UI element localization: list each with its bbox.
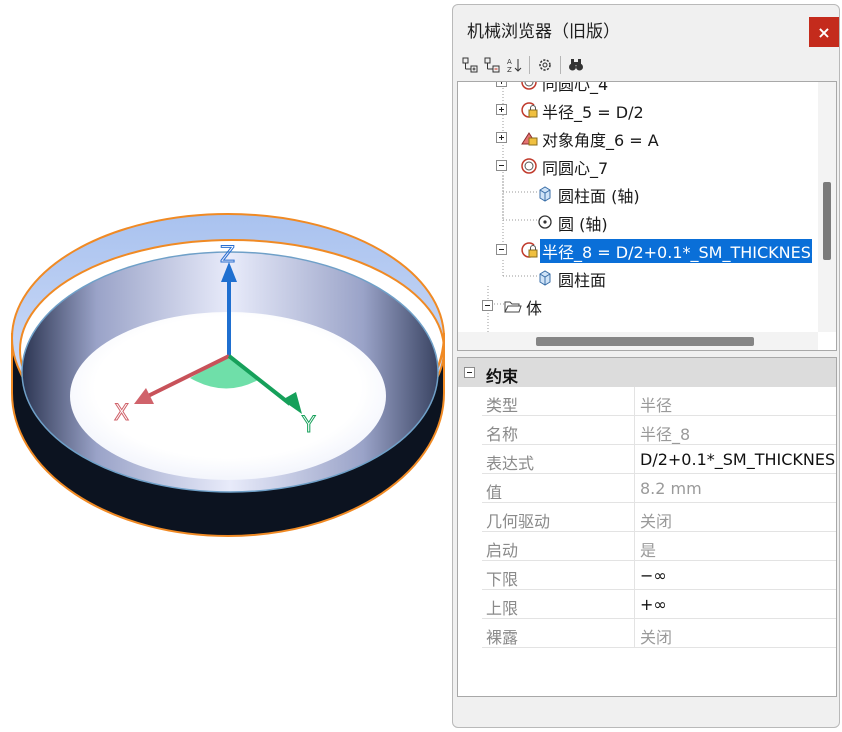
radius-lock-icon <box>521 102 538 118</box>
tree-item-label: 同圆心_7 <box>542 159 609 178</box>
property-row[interactable]: 下限 −∞ <box>482 561 836 590</box>
tree-item[interactable]: 同圆心_4 <box>458 81 818 96</box>
expand-toggle[interactable] <box>496 82 507 87</box>
tree-item[interactable]: 圆柱面 (轴) <box>458 180 818 208</box>
svg-text:A: A <box>507 58 512 66</box>
toolbar-separator <box>560 56 561 74</box>
column-divider <box>634 503 635 532</box>
tree-item-label: 半径_5 = D/2 <box>542 103 644 122</box>
tree-item-label: 圆柱面 (轴) <box>558 187 640 206</box>
column-divider <box>634 590 635 619</box>
circle-icon <box>538 215 552 229</box>
tree-item-label: 同圆心_4 <box>542 81 609 94</box>
tree-item-label: 半径_8 = D/2+0.1*_SM_THICKNESS <box>540 239 812 263</box>
expand-toggle[interactable] <box>496 132 507 143</box>
tree-item-label: 圆 (轴) <box>558 215 608 234</box>
y-axis-label: Y <box>301 413 316 438</box>
x-axis-label: X <box>114 401 129 426</box>
property-row[interactable]: 类型 半径 <box>482 387 836 416</box>
scrollbar-thumb[interactable] <box>536 337 754 346</box>
tree-collapse-icon[interactable] <box>481 54 503 76</box>
svg-text:Z: Z <box>507 66 512 73</box>
concentric-icon <box>521 158 537 174</box>
collapse-toggle[interactable] <box>496 244 507 255</box>
property-name: 下限 <box>486 570 519 589</box>
column-divider <box>634 561 635 590</box>
property-row[interactable]: 几何驱动 关闭 <box>482 503 836 532</box>
tree-item[interactable]: 对象角度_6 = A <box>458 124 818 152</box>
tree-item[interactable]: 同圆心_7 <box>458 152 818 180</box>
property-name: 类型 <box>486 396 519 415</box>
property-value: 半径_8 <box>640 425 691 444</box>
tree-item[interactable]: 体 <box>458 292 818 320</box>
property-value[interactable]: −∞ <box>640 566 667 585</box>
property-gutter <box>458 387 482 677</box>
browser-toolbar: AZ <box>459 53 587 77</box>
tree-item-label: 对象角度_6 = A <box>542 131 659 150</box>
column-divider <box>634 387 635 416</box>
concentric-icon <box>521 82 537 90</box>
property-name: 值 <box>486 483 503 502</box>
mechanical-browser-panel: 机械浏览器（旧版） × AZ 同圆心_4 半径_5 = D/2 对象角度_6 =… <box>452 4 840 728</box>
property-value: 关闭 <box>640 628 673 647</box>
property-row[interactable]: 上限 +∞ <box>482 590 836 619</box>
panel-title: 机械浏览器（旧版） <box>467 22 620 42</box>
settings-gear-icon[interactable] <box>534 54 556 76</box>
property-name: 上限 <box>486 599 519 618</box>
section-header[interactable]: 约束 <box>458 358 836 387</box>
close-button[interactable]: × <box>809 17 839 47</box>
sort-icon[interactable]: AZ <box>503 54 525 76</box>
close-icon: × <box>817 22 831 42</box>
scrollbar-thumb[interactable] <box>823 182 831 260</box>
ring-model[interactable]: Z X Y <box>0 0 452 732</box>
property-value: 关闭 <box>640 512 673 531</box>
tree-expand-icon[interactable] <box>459 54 481 76</box>
property-value: 半径 <box>640 396 673 415</box>
tree-item[interactable]: 半径_5 = D/2 <box>458 96 818 124</box>
tree-item-selected[interactable]: 半径_8 = D/2+0.1*_SM_THICKNESS <box>458 236 818 264</box>
tree-vertical-scrollbar[interactable] <box>818 82 836 332</box>
collapse-toggle[interactable] <box>482 300 493 311</box>
property-row[interactable]: 表达式 D/2+0.1*_SM_THICKNESS <box>482 445 836 474</box>
property-value[interactable]: D/2+0.1*_SM_THICKNESS <box>640 450 836 469</box>
property-row[interactable]: 名称 半径_8 <box>482 416 836 445</box>
tree-item-label: 圆柱面 <box>558 271 607 290</box>
radius-lock-icon <box>521 242 538 258</box>
expand-toggle[interactable] <box>496 104 507 115</box>
collapse-toggle[interactable] <box>464 367 475 378</box>
property-row[interactable]: 值 8.2 mm <box>482 474 836 503</box>
property-name: 名称 <box>486 425 519 444</box>
tree-item[interactable]: 圆 (轴) <box>458 208 818 236</box>
column-divider <box>634 416 635 445</box>
property-name: 几何驱动 <box>486 512 551 531</box>
binoculars-icon[interactable] <box>565 54 587 76</box>
angle-icon <box>521 132 538 146</box>
collapse-toggle[interactable] <box>496 160 507 171</box>
property-name: 裸露 <box>486 628 519 647</box>
cylinder-face-icon <box>539 270 551 286</box>
property-name: 表达式 <box>486 454 535 473</box>
property-value: 8.2 mm <box>640 479 702 498</box>
folder-open-icon <box>504 301 522 313</box>
property-row[interactable]: 裸露 关闭 <box>482 619 836 648</box>
properties-grid: 约束 类型 半径名称 半径_8 表达式 D/2+0.1*_SM_THICKNESS 值 8.… <box>457 357 837 697</box>
tree-item-label: 体 <box>526 299 543 318</box>
toolbar-separator <box>529 56 530 74</box>
section-title: 约束 <box>486 367 519 386</box>
property-name: 启动 <box>486 541 519 560</box>
z-axis-label: Z <box>220 243 235 268</box>
tree-item[interactable]: 圆柱面 <box>458 264 818 292</box>
property-row[interactable]: 启动 是 <box>482 532 836 561</box>
property-value[interactable]: +∞ <box>640 595 667 614</box>
feature-tree[interactable]: 同圆心_4 半径_5 = D/2 对象角度_6 = A 同圆心_7 圆柱面 (轴… <box>457 81 837 351</box>
panel-titlebar[interactable]: 机械浏览器（旧版） × <box>453 5 839 49</box>
column-divider <box>634 619 635 648</box>
cylinder-face-icon <box>539 186 551 202</box>
column-divider <box>634 532 635 561</box>
model-viewport[interactable]: Z X Y <box>0 0 452 732</box>
column-divider <box>634 445 635 474</box>
tree-horizontal-scrollbar[interactable] <box>458 332 818 350</box>
property-value: 是 <box>640 541 657 560</box>
column-divider <box>634 474 635 503</box>
